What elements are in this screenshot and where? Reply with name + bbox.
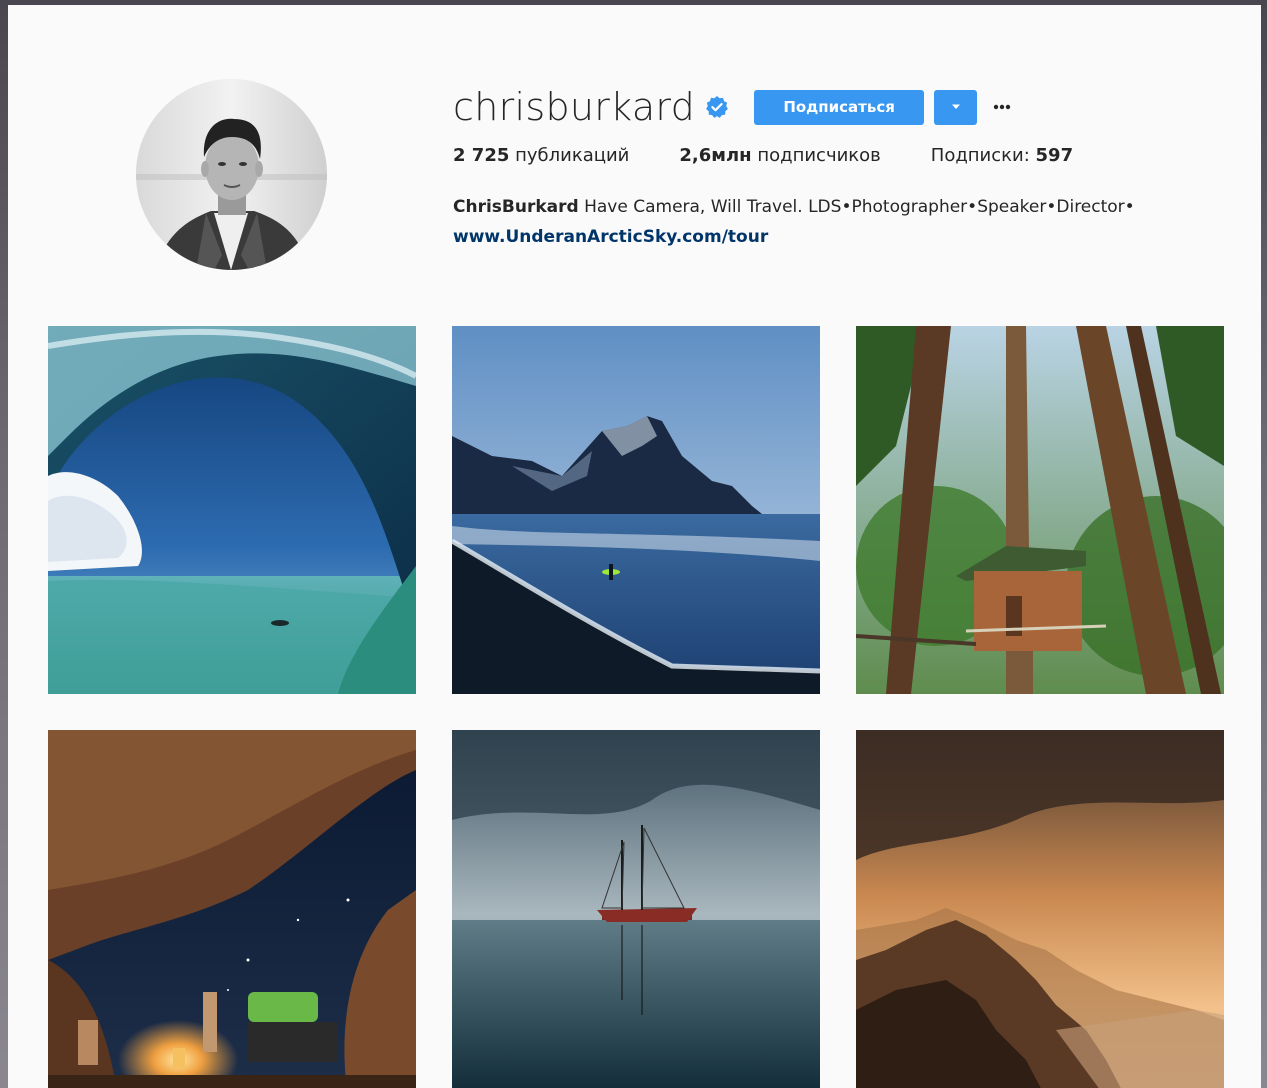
posts-count: 2 725 — [453, 145, 510, 166]
profile-info: chrisburkard Подписаться 2 725 публикаци… — [453, 83, 1233, 252]
more-options-button[interactable] — [991, 97, 1013, 117]
bio-website-link[interactable]: www.UnderanArcticSky.com/tour — [453, 227, 768, 247]
post-tile-wave[interactable] — [48, 326, 416, 694]
post-tile-beach-mountain[interactable] — [452, 326, 820, 694]
posts-stat: 2 725 публикаций — [453, 145, 629, 166]
post-image — [48, 326, 416, 694]
bio-link-line: www.UnderanArcticSky.com/tour — [453, 222, 1233, 252]
followers-stat[interactable]: 2,6млн подписчиков — [679, 145, 880, 166]
profile-page: chrisburkard Подписаться 2 725 публикаци… — [8, 5, 1261, 1088]
post-image — [856, 730, 1224, 1088]
profile-bio: ChrisBurkard Have Camera, Will Travel. L… — [453, 192, 1233, 252]
avatar-photo — [136, 79, 327, 270]
bio-full-name: ChrisBurkard — [453, 197, 579, 217]
followers-count: 2,6млн — [679, 145, 752, 166]
following-label: Подписки: — [930, 145, 1030, 166]
post-image — [48, 730, 416, 1088]
bio-line: ChrisBurkard Have Camera, Will Travel. L… — [453, 192, 1233, 222]
post-tile-campfire[interactable] — [48, 730, 416, 1088]
post-image — [856, 326, 1224, 694]
profile-title-row: chrisburkard Подписаться — [453, 83, 1233, 131]
bio-text: Have Camera, Will Travel. LDS•Photograph… — [584, 197, 1135, 217]
ellipsis-icon — [993, 104, 1011, 110]
following-stat[interactable]: Подписки: 597 — [931, 145, 1073, 166]
post-tile-sailboat[interactable] — [452, 730, 820, 1088]
following-count: 597 — [1035, 145, 1074, 166]
followers-label: подписчиков — [757, 145, 881, 166]
suggestions-dropdown-button[interactable] — [934, 89, 978, 125]
posts-label: публикаций — [515, 145, 630, 166]
post-tile-cliffs[interactable] — [856, 730, 1224, 1088]
post-image — [452, 326, 820, 694]
profile-stats: 2 725 публикаций 2,6млн подписчиков Подп… — [453, 145, 1233, 166]
follow-button[interactable]: Подписаться — [754, 89, 925, 125]
verified-badge-icon — [705, 95, 729, 119]
chevron-down-icon — [951, 104, 960, 109]
post-tile-treehouse[interactable] — [856, 326, 1224, 694]
post-image — [452, 730, 820, 1088]
profile-username: chrisburkard — [453, 85, 696, 129]
profile-avatar[interactable] — [136, 79, 327, 270]
